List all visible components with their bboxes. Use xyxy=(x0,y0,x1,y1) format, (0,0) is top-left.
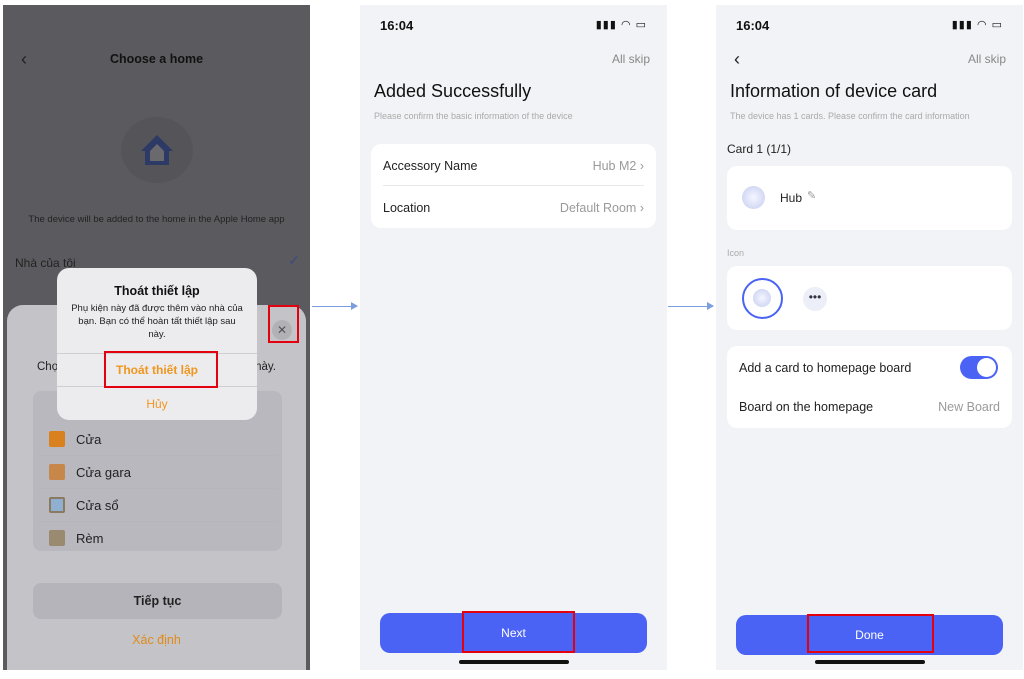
status-time: 16:04 xyxy=(736,18,770,33)
card-label: Card 1 (1/1) xyxy=(727,142,792,156)
more-icon[interactable]: ••• xyxy=(803,287,827,311)
arrow-icon xyxy=(312,302,358,310)
home-indicator xyxy=(814,660,925,664)
device-name: Hub xyxy=(780,191,803,205)
homepage-board-toggle[interactable] xyxy=(960,356,998,379)
confirm-button[interactable]: Xác định xyxy=(7,633,306,647)
window-icon xyxy=(49,497,65,513)
board-row[interactable]: Board on the homepage New Board xyxy=(739,400,1000,414)
check-icon: ✓ xyxy=(288,252,300,268)
card-preview: Hub ✎ xyxy=(727,166,1012,230)
accessory-name-row[interactable]: Accessory Name Hub M2 › xyxy=(383,159,644,173)
garage-door-icon xyxy=(49,464,65,480)
hub-device-icon xyxy=(742,186,765,209)
exit-setup-alert: Thoát thiết lập Phụ kiện này đã được thê… xyxy=(57,268,257,420)
category-label: Cửa sổ xyxy=(76,498,119,513)
category-label: Rèm xyxy=(76,531,104,546)
alert-title: Thoát thiết lập xyxy=(114,284,200,298)
page-subtitle: The device has 1 cards. Please confirm t… xyxy=(730,111,970,121)
status-icons: ▮▮▮ ◠ ▭ xyxy=(595,19,647,31)
door-icon xyxy=(49,431,65,447)
sheet-prompt: Chọ xyxy=(37,361,59,373)
status-time: 16:04 xyxy=(380,18,414,33)
sheet-prompt-end: này. xyxy=(255,361,276,373)
row-label: Location xyxy=(383,201,431,215)
continue-button[interactable]: Tiếp tục xyxy=(33,583,282,619)
category-item[interactable]: Cửa sổ xyxy=(37,489,278,522)
highlight-next xyxy=(462,611,575,653)
category-item[interactable]: Cửa xyxy=(37,423,278,456)
description: The device will be added to the home in … xyxy=(28,214,285,225)
cancel-button[interactable]: Hủy xyxy=(57,397,257,411)
category-label: Cửa xyxy=(76,432,102,447)
row-value: New Board xyxy=(938,400,1000,414)
row-label: Accessory Name xyxy=(383,159,478,173)
house-icon xyxy=(121,117,193,183)
row-value: Default Room xyxy=(559,201,637,215)
highlight-close xyxy=(268,305,299,343)
curtain-icon xyxy=(49,530,65,546)
row-label: Board on the homepage xyxy=(739,400,874,414)
home-indicator xyxy=(458,660,569,664)
location-row[interactable]: Location Default Room › xyxy=(383,201,644,215)
page-title: Information of device card xyxy=(730,81,938,101)
page-title: Choose a home xyxy=(109,52,204,66)
highlight-exit xyxy=(104,351,218,388)
page-subtitle: Please confirm the basic information of … xyxy=(374,111,573,121)
back-icon[interactable]: ‹ xyxy=(734,49,740,70)
row-value: Hub M2 xyxy=(592,159,637,173)
device-card-screen: 16:04 ▮▮▮ ◠ ▭ ‹ All skip Information of … xyxy=(716,5,1023,670)
highlight-done xyxy=(807,614,934,653)
arrow-icon xyxy=(668,302,714,310)
status-icons: ▮▮▮ ◠ ▭ xyxy=(951,19,1003,31)
page-title: Added Successfully xyxy=(374,81,532,101)
selected-icon[interactable] xyxy=(742,278,783,319)
choose-home-screen: ‹ Choose a home The device will be added… xyxy=(3,5,310,670)
skip-button[interactable]: All skip xyxy=(968,52,1006,66)
device-info-card: Accessory Name Hub M2 › Location Default R… xyxy=(371,144,656,228)
added-successfully-screen: 16:04 ▮▮▮ ◠ ▭ All skip Added Successfull… xyxy=(360,5,667,670)
skip-button[interactable]: All skip xyxy=(612,52,650,66)
edit-icon[interactable]: ✎ xyxy=(807,189,816,202)
icon-label: Icon xyxy=(727,248,745,258)
homepage-board-card: Add a card to homepage board Board on th… xyxy=(727,346,1012,428)
icon-picker: ••• xyxy=(727,266,1012,330)
category-item[interactable]: Rèm xyxy=(37,522,278,555)
category-label: Cửa gara xyxy=(76,465,131,480)
alert-message: Phụ kiện này đã được thêm vào nhà của bạ… xyxy=(71,303,243,340)
category-item[interactable]: Cửa gara xyxy=(37,456,278,489)
